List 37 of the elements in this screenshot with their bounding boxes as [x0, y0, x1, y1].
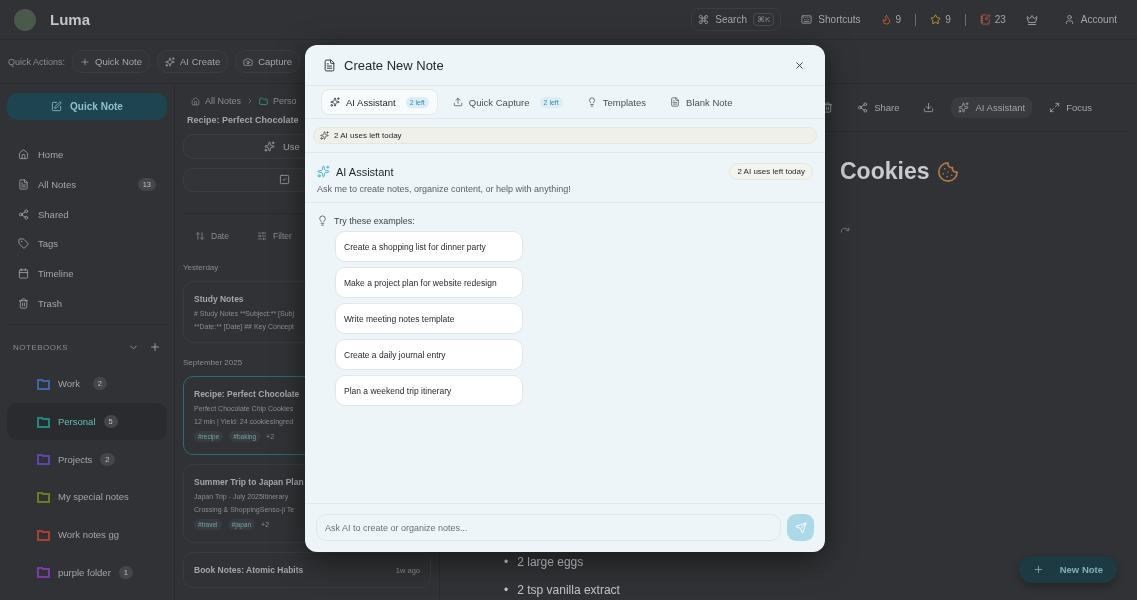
- sidebar-item-label: All Notes: [38, 178, 76, 190]
- note-card-title: Summer Trip to Japan Plan: [194, 477, 304, 487]
- section-title: AI Assistant: [336, 165, 395, 178]
- quick-actions-label: Quick Actions:: [8, 56, 66, 67]
- editor-title: Cookies: [840, 158, 930, 185]
- sidebar-item-label: Trash: [38, 297, 62, 309]
- note-card-title: Book Notes: Atomic Habits: [194, 565, 304, 575]
- dialog-title: Create New Note: [344, 57, 445, 73]
- app-name: Luma: [50, 11, 90, 28]
- section-heading: NOTEBOOKS: [13, 342, 70, 352]
- stat-counter: 9: [930, 14, 951, 25]
- note-card-title: Recipe: Perfect Chocolate: [194, 389, 300, 399]
- notebook-label: Projects: [58, 453, 93, 465]
- bullet-marker: •: [504, 582, 509, 598]
- shortcut-hint: ⌘K: [753, 13, 775, 26]
- bullet-marker: •: [504, 554, 509, 570]
- group-label: Yesterday: [183, 262, 219, 272]
- usage-badge: 2 AI uses left today: [729, 163, 813, 180]
- sidebar-item-label: Shared: [38, 208, 69, 220]
- notebook-label: purple folder: [58, 566, 111, 578]
- sidebar-item-label: Timeline: [38, 268, 74, 279]
- list-item: 2 large eggs: [517, 554, 584, 570]
- notebook-label: Personal: [58, 416, 96, 428]
- list-item: 2 tsp vanilla extract: [517, 582, 620, 598]
- sidebar-item-label: Home: [38, 149, 64, 161]
- notebook-label: Work notes gg: [58, 529, 120, 541]
- note-card-title: Study Notes: [194, 294, 244, 304]
- note-title: Recipe: Perfect Chocolate: [186, 115, 300, 125]
- section-subtitle: Ask me to create notes, organize content, or help with anything!: [317, 184, 571, 194]
- sidebar-item-label: Tags: [38, 238, 59, 250]
- examples-heading: Try these examples:: [334, 215, 415, 226]
- usage-text: 2 AI uses left today: [334, 131, 402, 140]
- notebook-label: My special notes: [58, 491, 129, 503]
- stat-counter: 23: [979, 14, 1006, 25]
- stat-counter: 9: [880, 14, 902, 25]
- notebook-label: Work: [58, 378, 80, 390]
- group-label: September 2025: [183, 357, 243, 367]
